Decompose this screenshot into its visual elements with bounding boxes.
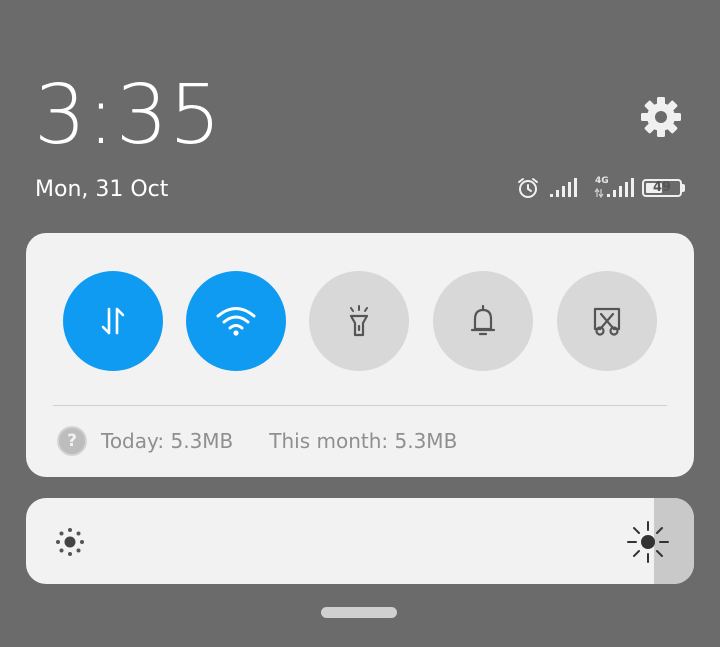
alarm-clock-icon (518, 178, 538, 198)
screenshot-scissors-icon (593, 307, 621, 336)
flashlight-toggle[interactable] (309, 271, 409, 371)
wifi-toggle[interactable] (186, 271, 286, 371)
usage-month: This month: 5.3MB (269, 429, 458, 453)
wifi-icon (216, 307, 256, 336)
clock-time: 3:35 (34, 68, 223, 163)
signal-bars-icon (607, 178, 634, 197)
mobile-data-toggle[interactable] (63, 271, 163, 371)
date-label: Mon, 31 Oct (35, 177, 169, 202)
sound-toggle[interactable] (433, 271, 533, 371)
brightness-slider[interactable] (26, 498, 694, 584)
data-activity-icon (594, 188, 604, 198)
bell-icon (470, 304, 496, 336)
data-usage-row[interactable]: ? Today: 5.3MB This month: 5.3MB (57, 425, 457, 457)
drag-handle[interactable] (321, 607, 397, 618)
question-mark-icon[interactable]: ? (57, 426, 87, 456)
battery-level: 49 (652, 180, 672, 195)
screenshot-toggle[interactable] (557, 271, 657, 371)
battery-nub (682, 184, 685, 192)
battery-icon: 49 (642, 179, 682, 197)
brightness-low-icon (56, 528, 84, 556)
divider (53, 405, 667, 406)
gear-icon[interactable] (640, 96, 682, 138)
quick-settings-panel: ? Today: 5.3MB This month: 5.3MB (26, 233, 694, 477)
usage-today: Today: 5.3MB (101, 429, 234, 453)
flashlight-icon (349, 305, 369, 337)
mobile-data-arrows-icon (101, 307, 125, 335)
status-bar: 4G 49 (516, 174, 692, 202)
brightness-high-icon (627, 521, 669, 563)
signal-bars-icon (550, 178, 577, 197)
